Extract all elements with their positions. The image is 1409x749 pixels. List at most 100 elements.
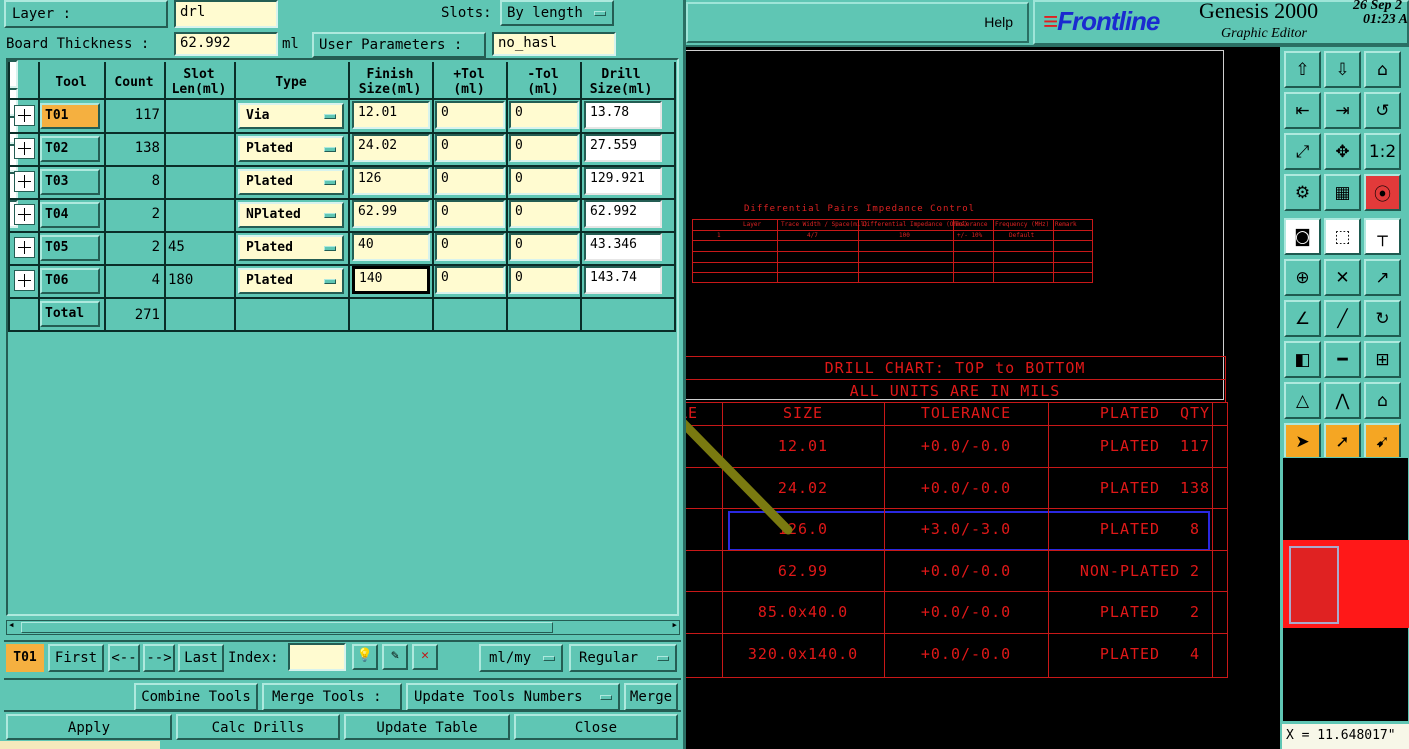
toolbar-button[interactable]: ➚ <box>1324 423 1361 460</box>
toolbar-button[interactable]: ✥ <box>1324 133 1361 170</box>
plus-tol-input[interactable]: 0 <box>435 200 505 228</box>
user-parameters-button[interactable]: User Parameters : <box>312 32 486 58</box>
tool-button[interactable]: T01 <box>40 103 100 129</box>
toolbar-button[interactable]: ⚙ <box>1284 174 1321 211</box>
minus-tol-input[interactable]: 0 <box>509 266 579 294</box>
help-button[interactable]: Help <box>686 2 1029 43</box>
drill-size-input[interactable]: 43.346 <box>584 233 662 261</box>
scroll-left-icon[interactable]: ◂ <box>8 618 15 631</box>
toolbar-button[interactable]: ⤢ <box>1284 133 1321 170</box>
update-tools-numbers-select[interactable]: Update Tools Numbers <box>406 683 620 711</box>
toolbar-button[interactable]: ↻ <box>1364 300 1401 337</box>
user-parameters-input[interactable]: no_hasl <box>492 32 616 56</box>
toolbar-button[interactable]: ╱ <box>1324 300 1361 337</box>
drill-size-input[interactable]: 143.74 <box>584 266 662 294</box>
toolbar-button[interactable]: △ <box>1284 382 1321 419</box>
toolbar-button[interactable]: ⇥ <box>1324 92 1361 129</box>
delete-icon[interactable]: ✕ <box>412 644 438 670</box>
layer-input[interactable]: drl <box>174 0 278 28</box>
drill-size-input[interactable]: 13.78 <box>584 101 662 129</box>
scrollbar-thumb[interactable] <box>21 622 553 633</box>
next-button[interactable]: --> <box>143 644 175 672</box>
type-select[interactable]: Via <box>238 103 344 129</box>
finish-size-input[interactable]: 12.01 <box>352 101 430 129</box>
combine-tools-button[interactable]: Combine Tools <box>134 683 258 711</box>
minus-tol-input[interactable]: 0 <box>509 134 579 162</box>
toolbar-button[interactable]: ∠ <box>1284 300 1321 337</box>
minus-tol-input[interactable]: 0 <box>509 233 579 261</box>
prev-button[interactable]: <-- <box>108 644 140 672</box>
toolbar-button[interactable]: ⇧ <box>1284 51 1321 88</box>
toolbar-button[interactable]: ◧ <box>1284 341 1321 378</box>
toolbar-button[interactable]: 1:2 <box>1364 133 1401 170</box>
units-select[interactable]: ml/my <box>479 644 563 672</box>
expand-icon[interactable] <box>14 270 35 291</box>
finish-size-input[interactable]: 40 <box>352 233 430 261</box>
drill-size-input[interactable]: 62.992 <box>584 200 662 228</box>
expand-icon[interactable] <box>14 204 35 225</box>
plus-tol-input[interactable]: 0 <box>435 101 505 129</box>
toolbar-button[interactable]: ▦ <box>1324 174 1361 211</box>
tool-button[interactable]: T05 <box>40 235 100 261</box>
toolbar-button[interactable]: ⌂ <box>1364 382 1401 419</box>
toolbar-button[interactable]: ⋀ <box>1324 382 1361 419</box>
tool-button[interactable]: T03 <box>40 169 100 195</box>
finish-size-input[interactable]: 140 <box>352 266 430 294</box>
toolbar-button[interactable]: ✕ <box>1324 259 1361 296</box>
tool-button[interactable]: T06 <box>40 268 100 294</box>
toolbar-button[interactable]: ⊞ <box>1364 341 1401 378</box>
horizontal-scrollbar[interactable]: ◂ ▸ <box>6 618 680 635</box>
expand-icon[interactable] <box>14 237 35 258</box>
merge-tools-button[interactable]: Merge Tools : <box>262 683 402 711</box>
plus-tol-input[interactable]: 0 <box>435 134 505 162</box>
toolbar-button[interactable]: ➤ <box>1284 423 1321 460</box>
update-table-button[interactable]: Update Table <box>344 714 510 740</box>
first-button[interactable]: First <box>48 644 104 672</box>
drill-size-input[interactable]: 129.921 <box>584 167 662 195</box>
toolbar-button[interactable]: ⦿ <box>1364 174 1401 211</box>
scroll-right-icon[interactable]: ▸ <box>671 618 678 631</box>
toolbar-button[interactable]: ⇩ <box>1324 51 1361 88</box>
toolbar-button[interactable]: ➹ <box>1364 423 1401 460</box>
tool-button[interactable]: T04 <box>40 202 100 228</box>
toolbar-button[interactable]: ⌂ <box>1364 51 1401 88</box>
expand-icon[interactable] <box>14 171 35 192</box>
plus-tol-input[interactable]: 0 <box>435 233 505 261</box>
minus-tol-input[interactable]: 0 <box>509 200 579 228</box>
last-button[interactable]: Last <box>178 644 224 672</box>
tool-button[interactable]: T02 <box>40 136 100 162</box>
lightbulb-icon[interactable]: 💡 <box>352 644 378 670</box>
minus-tol-input[interactable]: 0 <box>509 167 579 195</box>
type-select[interactable]: Plated <box>238 235 344 261</box>
edit-icon[interactable]: ✎ <box>382 644 408 670</box>
expand-icon[interactable] <box>14 138 35 159</box>
calc-drills-button[interactable]: Calc Drills <box>176 714 340 740</box>
toolbar-button[interactable]: ┬ <box>1364 218 1401 255</box>
type-select[interactable]: NPlated <box>238 202 344 228</box>
expand-icon[interactable] <box>14 105 35 126</box>
toolbar-button[interactable]: ↗ <box>1364 259 1401 296</box>
finish-size-input[interactable]: 62.99 <box>352 200 430 228</box>
graphic-canvas[interactable]: Differential Pairs Impedance Control Lay… <box>686 47 1280 749</box>
layer-button[interactable]: Layer : <box>4 0 168 28</box>
drill-size-input[interactable]: 27.559 <box>584 134 662 162</box>
preview-window[interactable] <box>1282 457 1409 722</box>
toolbar-button[interactable]: ↺ <box>1364 92 1401 129</box>
toolbar-button[interactable]: ⇤ <box>1284 92 1321 129</box>
apply-button[interactable]: Apply <box>6 714 172 740</box>
mode-select[interactable]: Regular <box>569 644 677 672</box>
toolbar-button[interactable]: ⬚ <box>1324 218 1361 255</box>
minus-tol-input[interactable]: 0 <box>509 101 579 129</box>
toolbar-button[interactable]: ⊕ <box>1284 259 1321 296</box>
slots-select[interactable]: By length <box>500 0 614 26</box>
board-thickness-input[interactable]: 62.992 <box>174 32 278 56</box>
type-select[interactable]: Plated <box>238 136 344 162</box>
plus-tol-input[interactable]: 0 <box>435 167 505 195</box>
plus-tol-input[interactable]: 0 <box>435 266 505 294</box>
toolbar-button[interactable]: ◙ <box>1284 218 1321 255</box>
finish-size-input[interactable]: 126 <box>352 167 430 195</box>
index-input[interactable] <box>288 643 346 671</box>
merge-button[interactable]: Merge <box>624 683 678 711</box>
toolbar-button[interactable]: ━ <box>1324 341 1361 378</box>
close-button[interactable]: Close <box>514 714 678 740</box>
